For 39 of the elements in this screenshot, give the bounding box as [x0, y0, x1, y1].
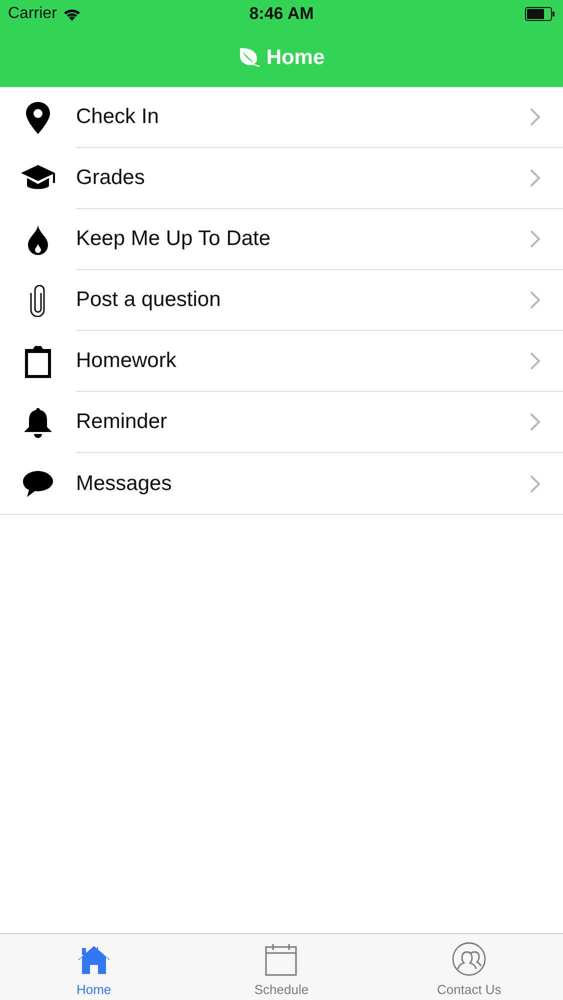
chevron-icon [530, 108, 541, 126]
location-pin-icon [26, 102, 50, 134]
menu-row[interactable]: Check In [0, 87, 563, 148]
menu-row[interactable]: Reminder [0, 392, 563, 453]
menu-row[interactable]: Post a question [0, 270, 563, 331]
menu-label: Post a question [76, 288, 221, 312]
chevron-icon [530, 352, 541, 370]
menu-row[interactable]: Grades [0, 148, 563, 209]
tab[interactable]: Home [0, 934, 188, 1000]
tab[interactable]: Schedule [188, 934, 376, 1000]
chevron-icon [530, 413, 541, 431]
menu-label: Reminder [76, 410, 168, 434]
menu-label: Messages [76, 472, 172, 496]
menu-row[interactable]: Homework [0, 331, 563, 392]
menu-row[interactable]: Keep Me Up To Date [0, 209, 563, 270]
leaf-icon [238, 48, 260, 68]
chevron-icon [530, 230, 541, 248]
home-icon [78, 944, 110, 976]
menu-label: Grades [76, 166, 145, 190]
status-time: 8:46 AM [249, 4, 314, 24]
clipboard-icon [25, 346, 51, 378]
people-icon [452, 942, 486, 976]
carrier-name: Carrier [8, 5, 57, 23]
chevron-icon [530, 169, 541, 187]
tab[interactable]: Contact Us [375, 934, 563, 1000]
speech-bubble-icon [23, 470, 53, 496]
menu-label: Keep Me Up To Date [76, 227, 271, 251]
bell-icon [24, 408, 52, 438]
menu-row[interactable]: Messages [0, 453, 563, 514]
wifi-icon [62, 8, 81, 20]
chevron-icon [530, 291, 541, 309]
calendar-icon [265, 944, 298, 976]
menu-label: Check In [76, 105, 159, 129]
chevron-icon [530, 474, 541, 492]
battery-icon [525, 7, 555, 21]
menu-label: Homework [76, 349, 176, 373]
flame-icon [28, 224, 48, 254]
screen-title: Home [266, 46, 325, 70]
paperclip-icon [29, 284, 47, 316]
